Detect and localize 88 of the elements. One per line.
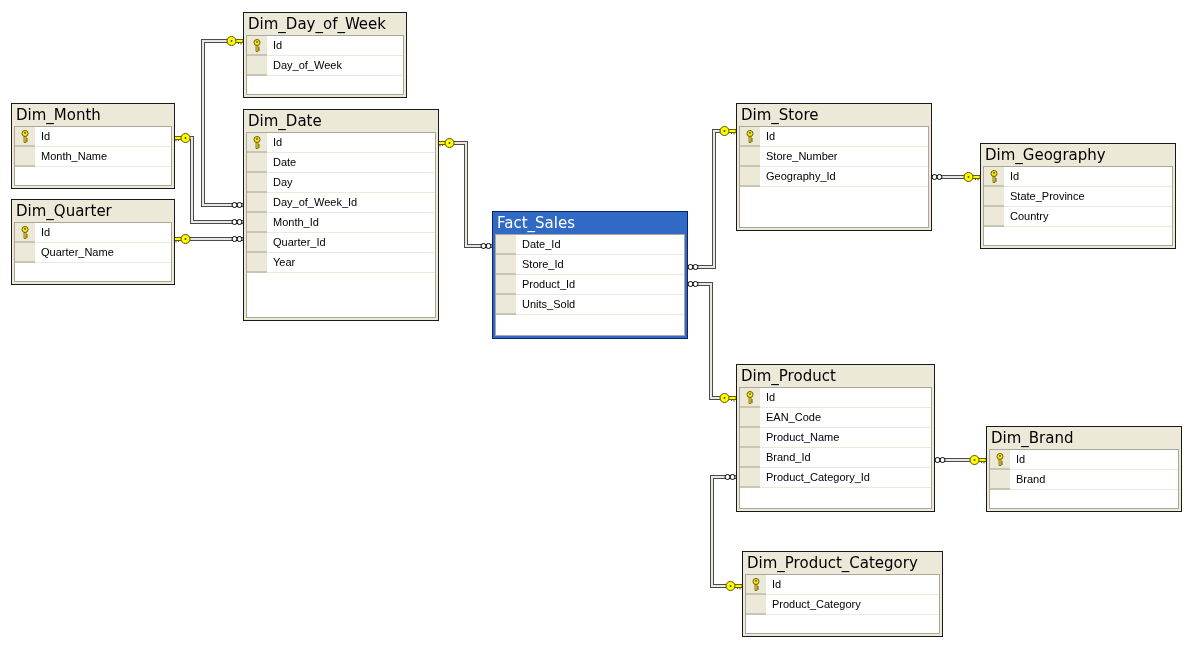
infinity-icon [687,264,699,270]
column-name: Day [267,173,435,193]
table-title: Dim_Quarter [15,201,113,222]
infinity-icon [480,243,492,249]
column-name: Id [35,127,171,147]
table-node[interactable]: Dim_Store Id Store_Number Geography_Id [736,103,932,231]
key-icon [719,393,737,403]
column-name: Id [267,36,403,56]
column-name: Product_Id [516,275,684,295]
table-title: Dim_Day_of_Week [247,14,387,35]
row-selector[interactable] [740,127,760,147]
row-selector[interactable] [990,450,1010,470]
table-title: Dim_Product [740,366,837,387]
column-name: Id [766,575,939,595]
key-icon [752,577,760,591]
table-title: Dim_Date [247,111,323,132]
column-name: Date_Id [516,235,684,255]
key-icon [253,135,261,149]
table-title: Dim_Month [15,105,102,126]
column-name: Day_of_Week_Id [267,193,435,213]
column-name: Id [267,133,435,153]
column-name: Id [1004,167,1172,187]
table-node[interactable]: Dim_Geography Id State_Province Country [980,143,1176,249]
column-name: Quarter_Id [267,233,435,253]
key-icon [253,38,261,52]
column-name: Units_Sold [516,295,684,315]
column-name: Product_Category [766,595,939,615]
key-icon [226,36,244,46]
column-name: Brand [1010,470,1178,490]
table-title: Fact_Sales [496,213,576,234]
column-name: Month_Id [267,213,435,233]
column-name: Id [35,223,171,243]
row-selector[interactable] [984,167,1004,187]
table-node[interactable]: Dim_Brand Id Brand [986,426,1182,512]
column-name: Store_Id [516,255,684,275]
key-icon [725,581,743,591]
relationship-line[interactable] [201,39,244,207]
column-name: Id [1010,450,1178,470]
key-icon [173,234,191,244]
column-name: Day_of_Week [267,56,403,76]
column-name: Brand_Id [760,448,931,468]
table-title: Dim_Geography [984,145,1107,166]
infinity-icon [934,457,946,463]
key-icon [719,126,737,136]
key-icon [437,138,455,148]
table-node[interactable]: Dim_Quarter Id Quarter_Name [11,199,175,285]
key-icon [990,169,998,183]
infinity-icon [231,202,243,208]
table-node[interactable]: Dim_Month Id Month_Name [11,103,175,189]
table-title: Dim_Product_Category [746,553,919,574]
column-name: EAN_Code [760,408,931,428]
row-selector[interactable] [746,575,766,595]
key-icon [996,452,1004,466]
column-name: Date [267,153,435,173]
key-icon [746,390,754,404]
row-selector[interactable] [247,133,267,153]
column-name: Month_Name [35,147,171,167]
column-name: Country [1004,207,1172,227]
row-selector[interactable] [740,388,760,408]
infinity-icon [931,174,943,180]
key-icon [21,225,29,239]
column-name: Year [267,253,435,273]
column-name: Store_Number [760,147,928,167]
table-node[interactable]: Dim_Product_Category Id Product_Category [742,551,943,637]
key-icon [963,172,981,182]
column-name: State_Province [1004,187,1172,207]
key-icon [746,129,754,143]
table-node[interactable]: Dim_Date Id Date Day Day_of_Week_Id Month_Id Quarter_Id Year [243,109,439,321]
infinity-icon [724,474,736,480]
column-name: Product_Category_Id [760,468,931,488]
column-name: Id [760,388,931,408]
table-node[interactable]: Dim_Day_of_Week Id Day_of_Week [243,12,407,98]
infinity-icon [231,236,243,242]
key-icon [969,455,987,465]
column-name: Quarter_Name [35,243,171,263]
key-icon [173,133,191,143]
table-title: Dim_Store [740,105,820,126]
infinity-icon [687,281,699,287]
column-name: Geography_Id [760,167,928,187]
infinity-icon [231,219,243,225]
column-name: Id [760,127,928,147]
row-selector[interactable] [15,127,35,147]
row-selector[interactable] [247,36,267,56]
table-node[interactable]: Dim_Product Id EAN_Code Product_Name Brand_Id Product_Category_Id [736,364,935,512]
row-selector[interactable] [15,223,35,243]
table-title: Dim_Brand [990,428,1075,449]
column-name: Product_Name [760,428,931,448]
key-icon [21,129,29,143]
